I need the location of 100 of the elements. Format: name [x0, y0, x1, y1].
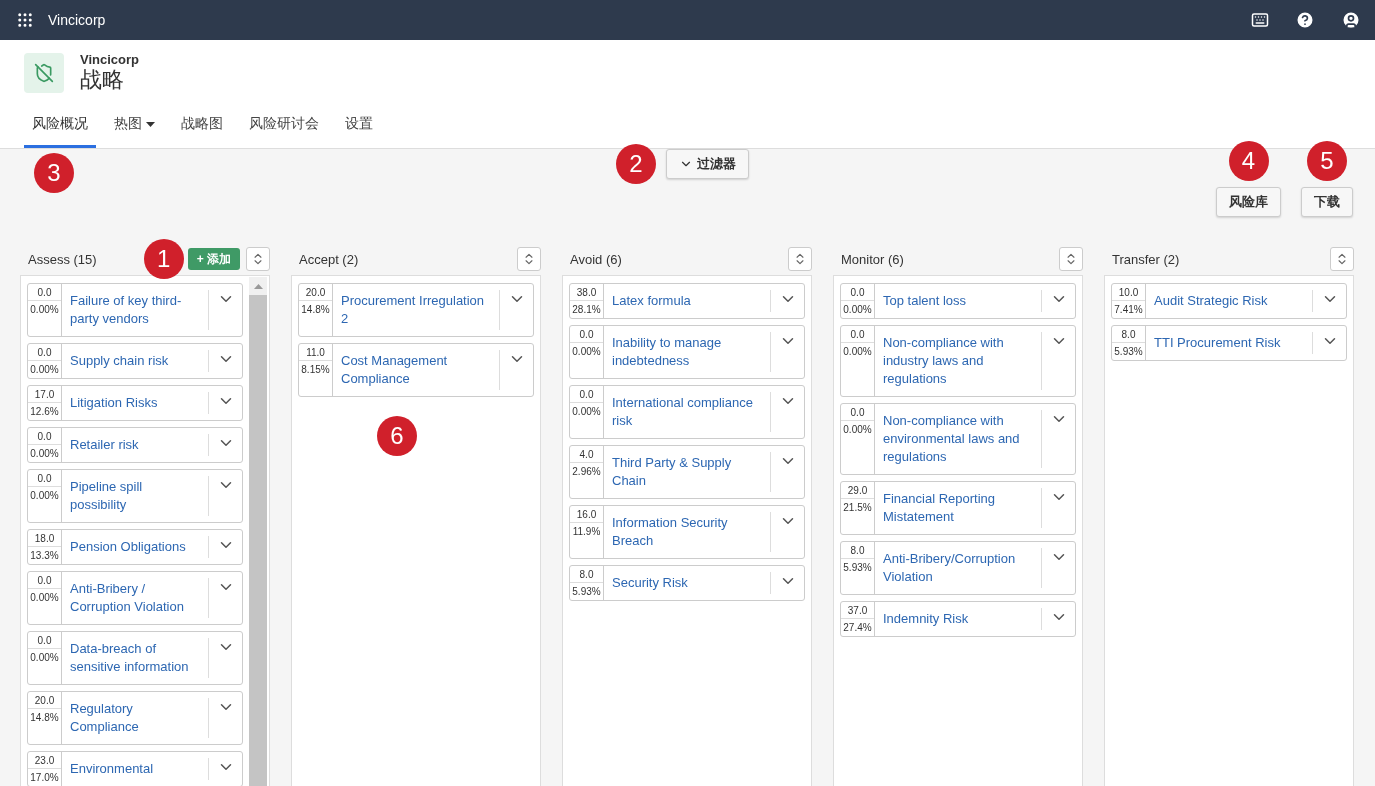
risk-score: 0.0 [28, 572, 61, 589]
risk-name[interactable]: Environmental [62, 752, 208, 786]
risk-name[interactable]: Third Party & Supply Chain [604, 446, 770, 498]
risk-score: 11.0 [299, 344, 332, 361]
risk-card[interactable]: 8.0 5.93% TTI Procurement Risk [1111, 325, 1347, 361]
risk-name[interactable]: Indemnity Risk [875, 602, 1041, 636]
risk-card[interactable]: 0.0 0.00% Supply chain risk [27, 343, 243, 379]
callout-marker: 5 [1307, 141, 1347, 181]
scroll-up-icon[interactable] [253, 283, 263, 289]
callout-marker: 2 [616, 144, 656, 184]
risk-name[interactable]: Audit Strategic Risk [1146, 284, 1312, 318]
risk-percent: 17.0% [29, 771, 60, 783]
risk-name[interactable]: Security Risk [604, 566, 770, 600]
risk-card[interactable]: 8.0 5.93% Security Risk [569, 565, 805, 601]
risk-percent: 27.4% [842, 621, 873, 633]
risk-percent: 0.00% [29, 489, 60, 501]
nav-tab[interactable]: 战略图 [173, 107, 231, 148]
callout-marker: 3 [34, 153, 74, 193]
nav-tab[interactable]: 风险研讨会 [241, 107, 327, 148]
risk-score: 0.0 [28, 428, 61, 445]
risk-name[interactable]: Non-compliance with environmental laws and regulations [875, 404, 1041, 474]
sort-button[interactable] [788, 247, 812, 271]
help-icon[interactable] [1295, 10, 1315, 30]
risk-name[interactable]: Procurement Irregulation 2 [333, 284, 499, 336]
risk-name[interactable]: Anti-Bribery/Corruption Violation [875, 542, 1041, 594]
risk-percent: 0.00% [29, 651, 60, 663]
risk-name[interactable]: TTI Procurement Risk [1146, 326, 1312, 360]
risk-name[interactable]: Supply chain risk [62, 344, 208, 378]
shield-logo-icon [24, 52, 64, 93]
risk-percent: 7.41% [1113, 303, 1144, 315]
column-title: Avoid (6) [570, 251, 622, 267]
risk-card[interactable]: 17.0 12.6% Litigation Risks [27, 385, 243, 421]
risk-score: 8.0 [1112, 326, 1145, 343]
callout-marker: 4 [1228, 141, 1269, 181]
user-icon[interactable] [1341, 10, 1361, 30]
risk-score: 0.0 [570, 326, 603, 343]
risk-score: 0.0 [28, 284, 61, 301]
risk-percent: 0.00% [842, 345, 873, 357]
risk-name[interactable]: Anti-Bribery / Corruption Violation [62, 572, 208, 624]
sort-button[interactable] [246, 247, 270, 271]
risk-percent: 0.00% [571, 405, 602, 417]
scrollbar[interactable] [249, 277, 267, 786]
risk-score: 29.0 [841, 482, 874, 499]
risk-name[interactable]: International compliance risk [604, 386, 770, 438]
risk-card[interactable]: 0.0 0.00% Top talent loss [840, 283, 1076, 319]
sort-button[interactable] [517, 247, 541, 271]
sort-button[interactable] [1330, 247, 1354, 271]
risk-percent: 0.00% [571, 345, 602, 357]
risk-card[interactable]: 23.0 17.0% Environmental [27, 751, 243, 786]
risk-score: 38.0 [570, 284, 603, 301]
risk-name[interactable]: Top talent loss [875, 284, 1041, 318]
nav-tab[interactable]: 热图 [106, 107, 163, 148]
risk-name[interactable]: Latex formula [604, 284, 770, 318]
apps-grid-icon[interactable] [16, 11, 34, 29]
risk-name[interactable]: Pipeline spill possibility [62, 470, 208, 522]
risk-score: 0.0 [841, 284, 874, 301]
risk-card[interactable]: 37.0 27.4% Indemnity Risk [840, 601, 1076, 637]
callout-marker: 6 [377, 416, 417, 456]
risk-name[interactable]: Pension Obligations [62, 530, 208, 564]
risk-percent: 14.8% [300, 303, 331, 315]
risk-percent: 0.00% [842, 423, 873, 435]
risk-card[interactable]: 0.0 0.00% Retailer risk [27, 427, 243, 463]
risk-name[interactable]: Inability to manage indebtedness [604, 326, 770, 378]
callout-marker: 1 [143, 239, 184, 279]
action-button[interactable]: 下载 [1301, 187, 1353, 217]
risk-percent: 0.00% [29, 591, 60, 603]
risk-score: 0.0 [841, 326, 874, 343]
risk-name[interactable]: Non-compliance with industry laws and regulations [875, 326, 1041, 396]
risk-name[interactable]: Information Security Breach [604, 506, 770, 558]
risk-score: 0.0 [841, 404, 874, 421]
risk-percent: 11.9% [571, 525, 602, 537]
risk-percent: 2.96% [571, 465, 602, 477]
risk-name[interactable]: Data-breach of sensitive information [62, 632, 208, 684]
risk-name[interactable]: Cost Management Compliance [333, 344, 499, 396]
filter-button[interactable]: 过滤器 [666, 149, 749, 179]
risk-card[interactable]: 18.0 13.3% Pension Obligations [27, 529, 243, 565]
risk-score: 8.0 [570, 566, 603, 583]
column-title: Monitor (6) [841, 251, 904, 267]
sort-arrows-icon [251, 252, 265, 266]
action-button[interactable]: 风险库 [1216, 187, 1281, 217]
keyboard-icon[interactable] [1251, 11, 1269, 29]
nav-tab[interactable]: 设置 [337, 107, 381, 148]
risk-card[interactable]: 10.0 7.41% Audit Strategic Risk [1111, 283, 1347, 319]
risk-score: 17.0 [28, 386, 61, 403]
risk-name[interactable]: Failure of key third-party vendors [62, 284, 208, 336]
page-title: 战略 [80, 67, 125, 93]
risk-score: 10.0 [1112, 284, 1145, 301]
risk-percent: 0.00% [842, 303, 873, 315]
app-name: Vincicorp [48, 12, 107, 28]
risk-percent: 21.5% [842, 501, 873, 513]
risk-name[interactable]: Litigation Risks [62, 386, 208, 420]
risk-percent: 5.93% [842, 561, 873, 573]
column-title: Transfer (2) [1112, 251, 1180, 267]
risk-name[interactable]: Financial Reporting Mistatement [875, 482, 1041, 534]
risk-card[interactable]: 38.0 28.1% Latex formula [569, 283, 805, 319]
column-title: Accept (2) [299, 251, 359, 267]
risk-name[interactable]: Retailer risk [62, 428, 208, 462]
risk-name[interactable]: Regulatory Compliance [62, 692, 208, 744]
sort-button[interactable] [1059, 247, 1083, 271]
column-title: Assess (15) [28, 251, 97, 267]
